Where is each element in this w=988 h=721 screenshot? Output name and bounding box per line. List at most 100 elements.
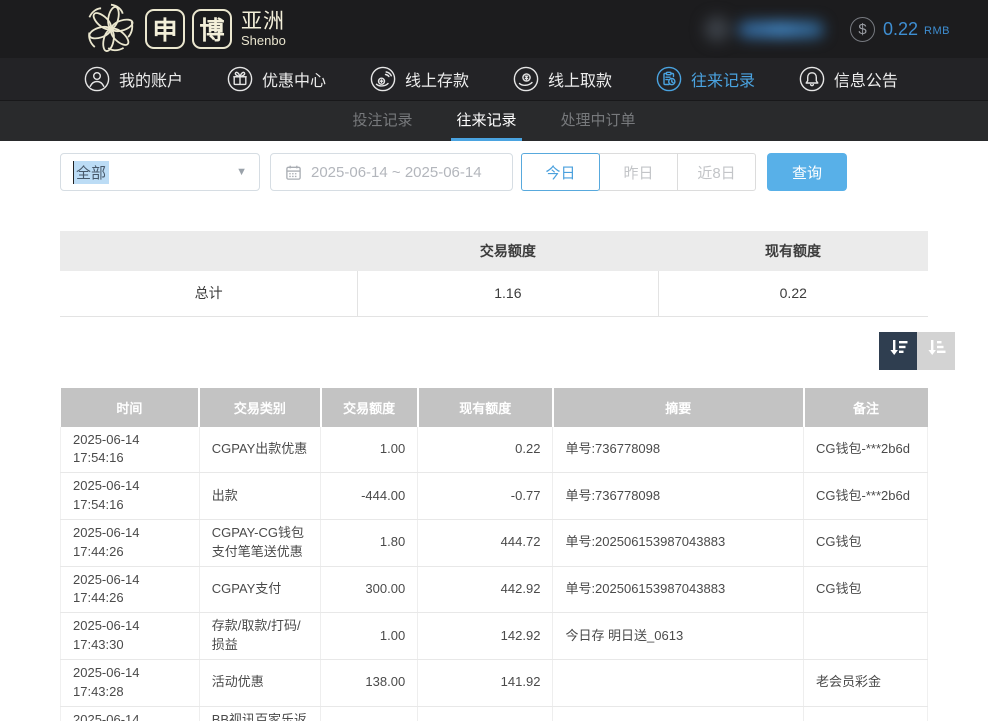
yesterday-button[interactable]: 昨日 — [599, 153, 678, 191]
transactions-header-row: 时间 交易类别 交易额度 现有额度 摘要 备注 — [61, 388, 928, 427]
cell-balance: 0.22 — [418, 427, 553, 473]
nav-item-deposit[interactable]: 线上存款 — [370, 66, 469, 92]
table-row: 2025-06-14 17:43:30 存款/取款/打码/损益 1.00 142… — [61, 613, 928, 660]
cell-summary: 单号:202506153987043883 — [553, 519, 804, 566]
type-select-value: 全部 — [73, 161, 109, 184]
summary-header-transaction-amount: 交易额度 — [358, 231, 658, 271]
cell-amount: 300.00 — [321, 566, 418, 613]
query-button[interactable]: 查询 — [767, 153, 847, 191]
sort-descending-button[interactable] — [879, 332, 917, 370]
cell-note — [804, 706, 928, 721]
logo-char-bo: 博 — [192, 9, 232, 49]
cell-amount: -444.00 — [321, 473, 418, 520]
nav-label: 优惠中心 — [262, 67, 326, 91]
col-header-time: 时间 — [61, 388, 200, 427]
username-redacted — [738, 21, 824, 38]
filter-row: 全部 ▼ 2025-06-14 ~ 2025-06-14 今日 昨日 近8日 查… — [60, 153, 928, 191]
logo-region: 亚洲 Shenbo — [241, 11, 286, 47]
cell-time: 2025-06-14 17:43:28 — [61, 659, 200, 706]
nav-item-my-account[interactable]: 我的账户 — [84, 66, 183, 92]
sort-descending-icon — [886, 336, 910, 365]
nav-label: 信息公告 — [834, 67, 898, 91]
cell-amount: 1.00 — [321, 427, 418, 473]
quick-date-buttons: 今日 昨日 近8日 — [521, 153, 756, 191]
summary-header-empty — [60, 231, 358, 271]
summary-balance-total: 0.22 — [658, 271, 928, 316]
cell-amount: 3.36 — [321, 706, 418, 721]
nav-label: 我的账户 — [119, 67, 183, 91]
cell-time: 2025-06-14 02:05:13 — [61, 706, 200, 721]
table-row: 2025-06-14 02:05:13 BB视讯百家乐返点 3.36 3.92 … — [61, 706, 928, 721]
bell-icon — [799, 66, 825, 92]
sort-controls — [60, 332, 955, 370]
summary-transaction-total: 1.16 — [358, 271, 658, 316]
cell-summary — [553, 659, 804, 706]
table-row: 2025-06-14 17:43:28 活动优惠 138.00 141.92 老… — [61, 659, 928, 706]
cell-time: 2025-06-14 17:54:16 — [61, 427, 200, 473]
summary-total-label: 总计 — [60, 271, 358, 316]
cell-summary: 单号:736778098 — [553, 427, 804, 473]
cell-note: CG钱包 — [804, 519, 928, 566]
top-header: 申 博 亚洲 Shenbo $ 0.22 RMB — [0, 0, 988, 58]
last-8-days-button[interactable]: 近8日 — [677, 153, 756, 191]
nav-label: 往来记录 — [691, 67, 755, 91]
nav-label: 线上存款 — [405, 67, 469, 91]
account-balance[interactable]: $ 0.22 RMB — [850, 17, 950, 42]
table-row: 2025-06-14 17:54:16 CGPAY出款优惠 1.00 0.22 … — [61, 427, 928, 473]
cell-balance: 3.92 — [418, 706, 553, 721]
logo-region-cn: 亚洲 — [241, 11, 286, 32]
avatar — [704, 16, 730, 42]
chevron-down-icon: ▼ — [236, 166, 247, 178]
cell-time: 2025-06-14 17:44:26 — [61, 566, 200, 613]
cell-amount: 1.00 — [321, 613, 418, 660]
cell-time: 2025-06-14 17:43:30 — [61, 613, 200, 660]
date-range-value: 2025-06-14 ~ 2025-06-14 — [311, 164, 482, 181]
nav-item-withdraw[interactable]: 线上取款 — [513, 66, 612, 92]
cell-note: CG钱包 — [804, 566, 928, 613]
cell-type: CGPAY出款优惠 — [199, 427, 320, 473]
today-button[interactable]: 今日 — [521, 153, 600, 191]
content-area: 全部 ▼ 2025-06-14 ~ 2025-06-14 今日 昨日 近8日 查… — [0, 141, 988, 721]
tab-betting-records[interactable]: 投注记录 — [347, 101, 417, 141]
nav-item-transaction-records[interactable]: 往来记录 — [656, 66, 755, 92]
main-nav: 我的账户 优惠中心 线上存款 — [0, 58, 988, 100]
flower-logo-icon — [84, 2, 138, 56]
table-row: 2025-06-14 17:44:26 CGPAY支付 300.00 442.9… — [61, 566, 928, 613]
brand-logo[interactable]: 申 博 亚洲 Shenbo — [84, 2, 286, 56]
date-range-input[interactable]: 2025-06-14 ~ 2025-06-14 — [270, 153, 513, 191]
cell-type: BB视讯百家乐返点 — [199, 706, 320, 721]
sort-ascending-button[interactable] — [917, 332, 955, 370]
cell-balance: 444.72 — [418, 519, 553, 566]
cell-type: 存款/取款/打码/损益 — [199, 613, 320, 660]
col-header-balance: 现有额度 — [418, 388, 553, 427]
balance-amount: 0.22 — [883, 19, 918, 40]
blurred-username[interactable] — [704, 16, 824, 42]
cell-type: 活动优惠 — [199, 659, 320, 706]
cell-type: CGPAY支付 — [199, 566, 320, 613]
balance-currency: RMB — [924, 22, 950, 37]
cell-amount: 138.00 — [321, 659, 418, 706]
cell-note: CG钱包-***2b6d — [804, 473, 928, 520]
cell-balance: 142.92 — [418, 613, 553, 660]
col-header-summary: 摘要 — [553, 388, 804, 427]
cell-note — [804, 613, 928, 660]
gift-icon — [227, 66, 253, 92]
cell-note: CG钱包-***2b6d — [804, 427, 928, 473]
nav-item-announcements[interactable]: 信息公告 — [799, 66, 898, 92]
nav-label: 线上取款 — [548, 67, 612, 91]
tab-pending-orders[interactable]: 处理中订单 — [556, 101, 641, 141]
nav-item-promotions[interactable]: 优惠中心 — [227, 66, 326, 92]
calendar-icon — [285, 164, 302, 181]
cell-amount: 1.80 — [321, 519, 418, 566]
summary-header-row: 交易额度 现有额度 — [60, 231, 928, 271]
type-select[interactable]: 全部 ▼ — [60, 153, 260, 191]
sort-ascending-icon — [924, 336, 948, 365]
record-subtabs: 投注记录 往来记录 处理中订单 — [0, 100, 988, 141]
deposit-icon — [370, 66, 396, 92]
table-row: 2025-06-14 17:44:26 CGPAY-CG钱包支付笔笔送优惠 1.… — [61, 519, 928, 566]
transactions-body: 2025-06-14 17:54:16 CGPAY出款优惠 1.00 0.22 … — [61, 427, 928, 721]
cell-type: CGPAY-CG钱包支付笔笔送优惠 — [199, 519, 320, 566]
user-icon — [84, 66, 110, 92]
cell-type: 出款 — [199, 473, 320, 520]
tab-transaction-records[interactable]: 往来记录 — [451, 101, 521, 141]
